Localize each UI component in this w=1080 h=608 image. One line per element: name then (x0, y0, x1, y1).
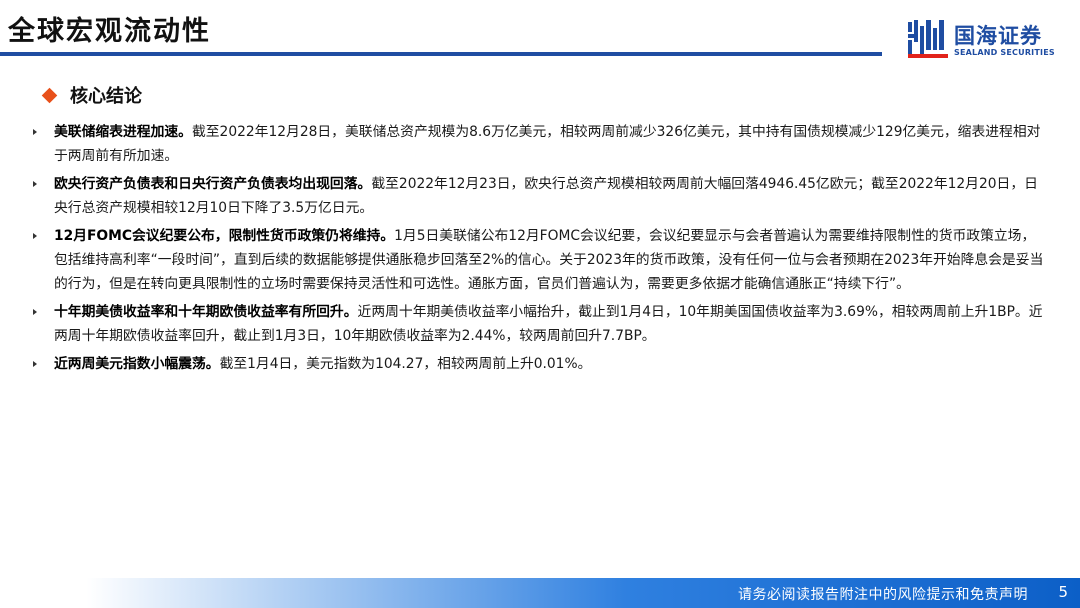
arrow-bullet-icon (33, 309, 37, 315)
arrow-bullet-icon (33, 129, 37, 135)
header-divider (0, 52, 882, 56)
bullet-lead: 欧央行资产负债表和日央行资产负债表均出现回落。 (54, 176, 372, 192)
footer-disclaimer: 请务必阅读报告附注中的风险提示和免责声明 (738, 587, 1028, 603)
bullet-lead: 12月FOMC会议纪要公布，限制性货币政策仍将维持。 (54, 228, 395, 244)
page-title: 全球宏观流动性 (8, 16, 211, 47)
list-item: 12月FOMC会议纪要公布，限制性货币政策仍将维持。1月5日美联储公布12月FO… (26, 224, 1046, 296)
sealand-logo-icon (908, 20, 948, 58)
arrow-bullet-icon (33, 181, 37, 187)
list-item: 美联储缩表进程加速。截至2022年12月28日，美联储总资产规模为8.6万亿美元… (26, 120, 1046, 168)
bullet-lead: 近两周美元指数小幅震荡。 (54, 356, 220, 372)
arrow-bullet-icon (33, 233, 37, 239)
bullet-lead: 十年期美债收益率和十年期欧债收益率有所回升。 (54, 304, 358, 320)
diamond-bullet-icon (41, 87, 58, 103)
conclusion-list: 美联储缩表进程加速。截至2022年12月28日，美联储总资产规模为8.6万亿美元… (26, 120, 1046, 380)
page-number: 5 (1058, 583, 1068, 601)
company-logo: 国海证券 SEALAND SECURITIES (906, 18, 1066, 60)
list-item: 欧央行资产负债表和日央行资产负债表均出现回落。截至2022年12月23日，欧央行… (26, 172, 1046, 220)
arrow-bullet-icon (33, 361, 37, 367)
bullet-lead: 美联储缩表进程加速。 (54, 124, 192, 140)
list-item: 十年期美债收益率和十年期欧债收益率有所回升。近两周十年期美债收益率小幅抬升，截止… (26, 300, 1046, 348)
logo-english-name: SEALAND SECURITIES (954, 48, 1055, 57)
bullet-body: 截至2022年12月28日，美联储总资产规模为8.6万亿美元，相较两周前减少32… (54, 124, 1041, 164)
section-heading-text: 核心结论 (70, 86, 142, 107)
list-item: 近两周美元指数小幅震荡。截至1月4日，美元指数为104.27，相较两周前上升0.… (26, 352, 1046, 376)
section-heading: 核心结论 (40, 82, 142, 108)
logo-chinese-name: 国海证券 (954, 24, 1042, 48)
bullet-body: 截至1月4日，美元指数为104.27，相较两周前上升0.01%。 (219, 356, 592, 372)
